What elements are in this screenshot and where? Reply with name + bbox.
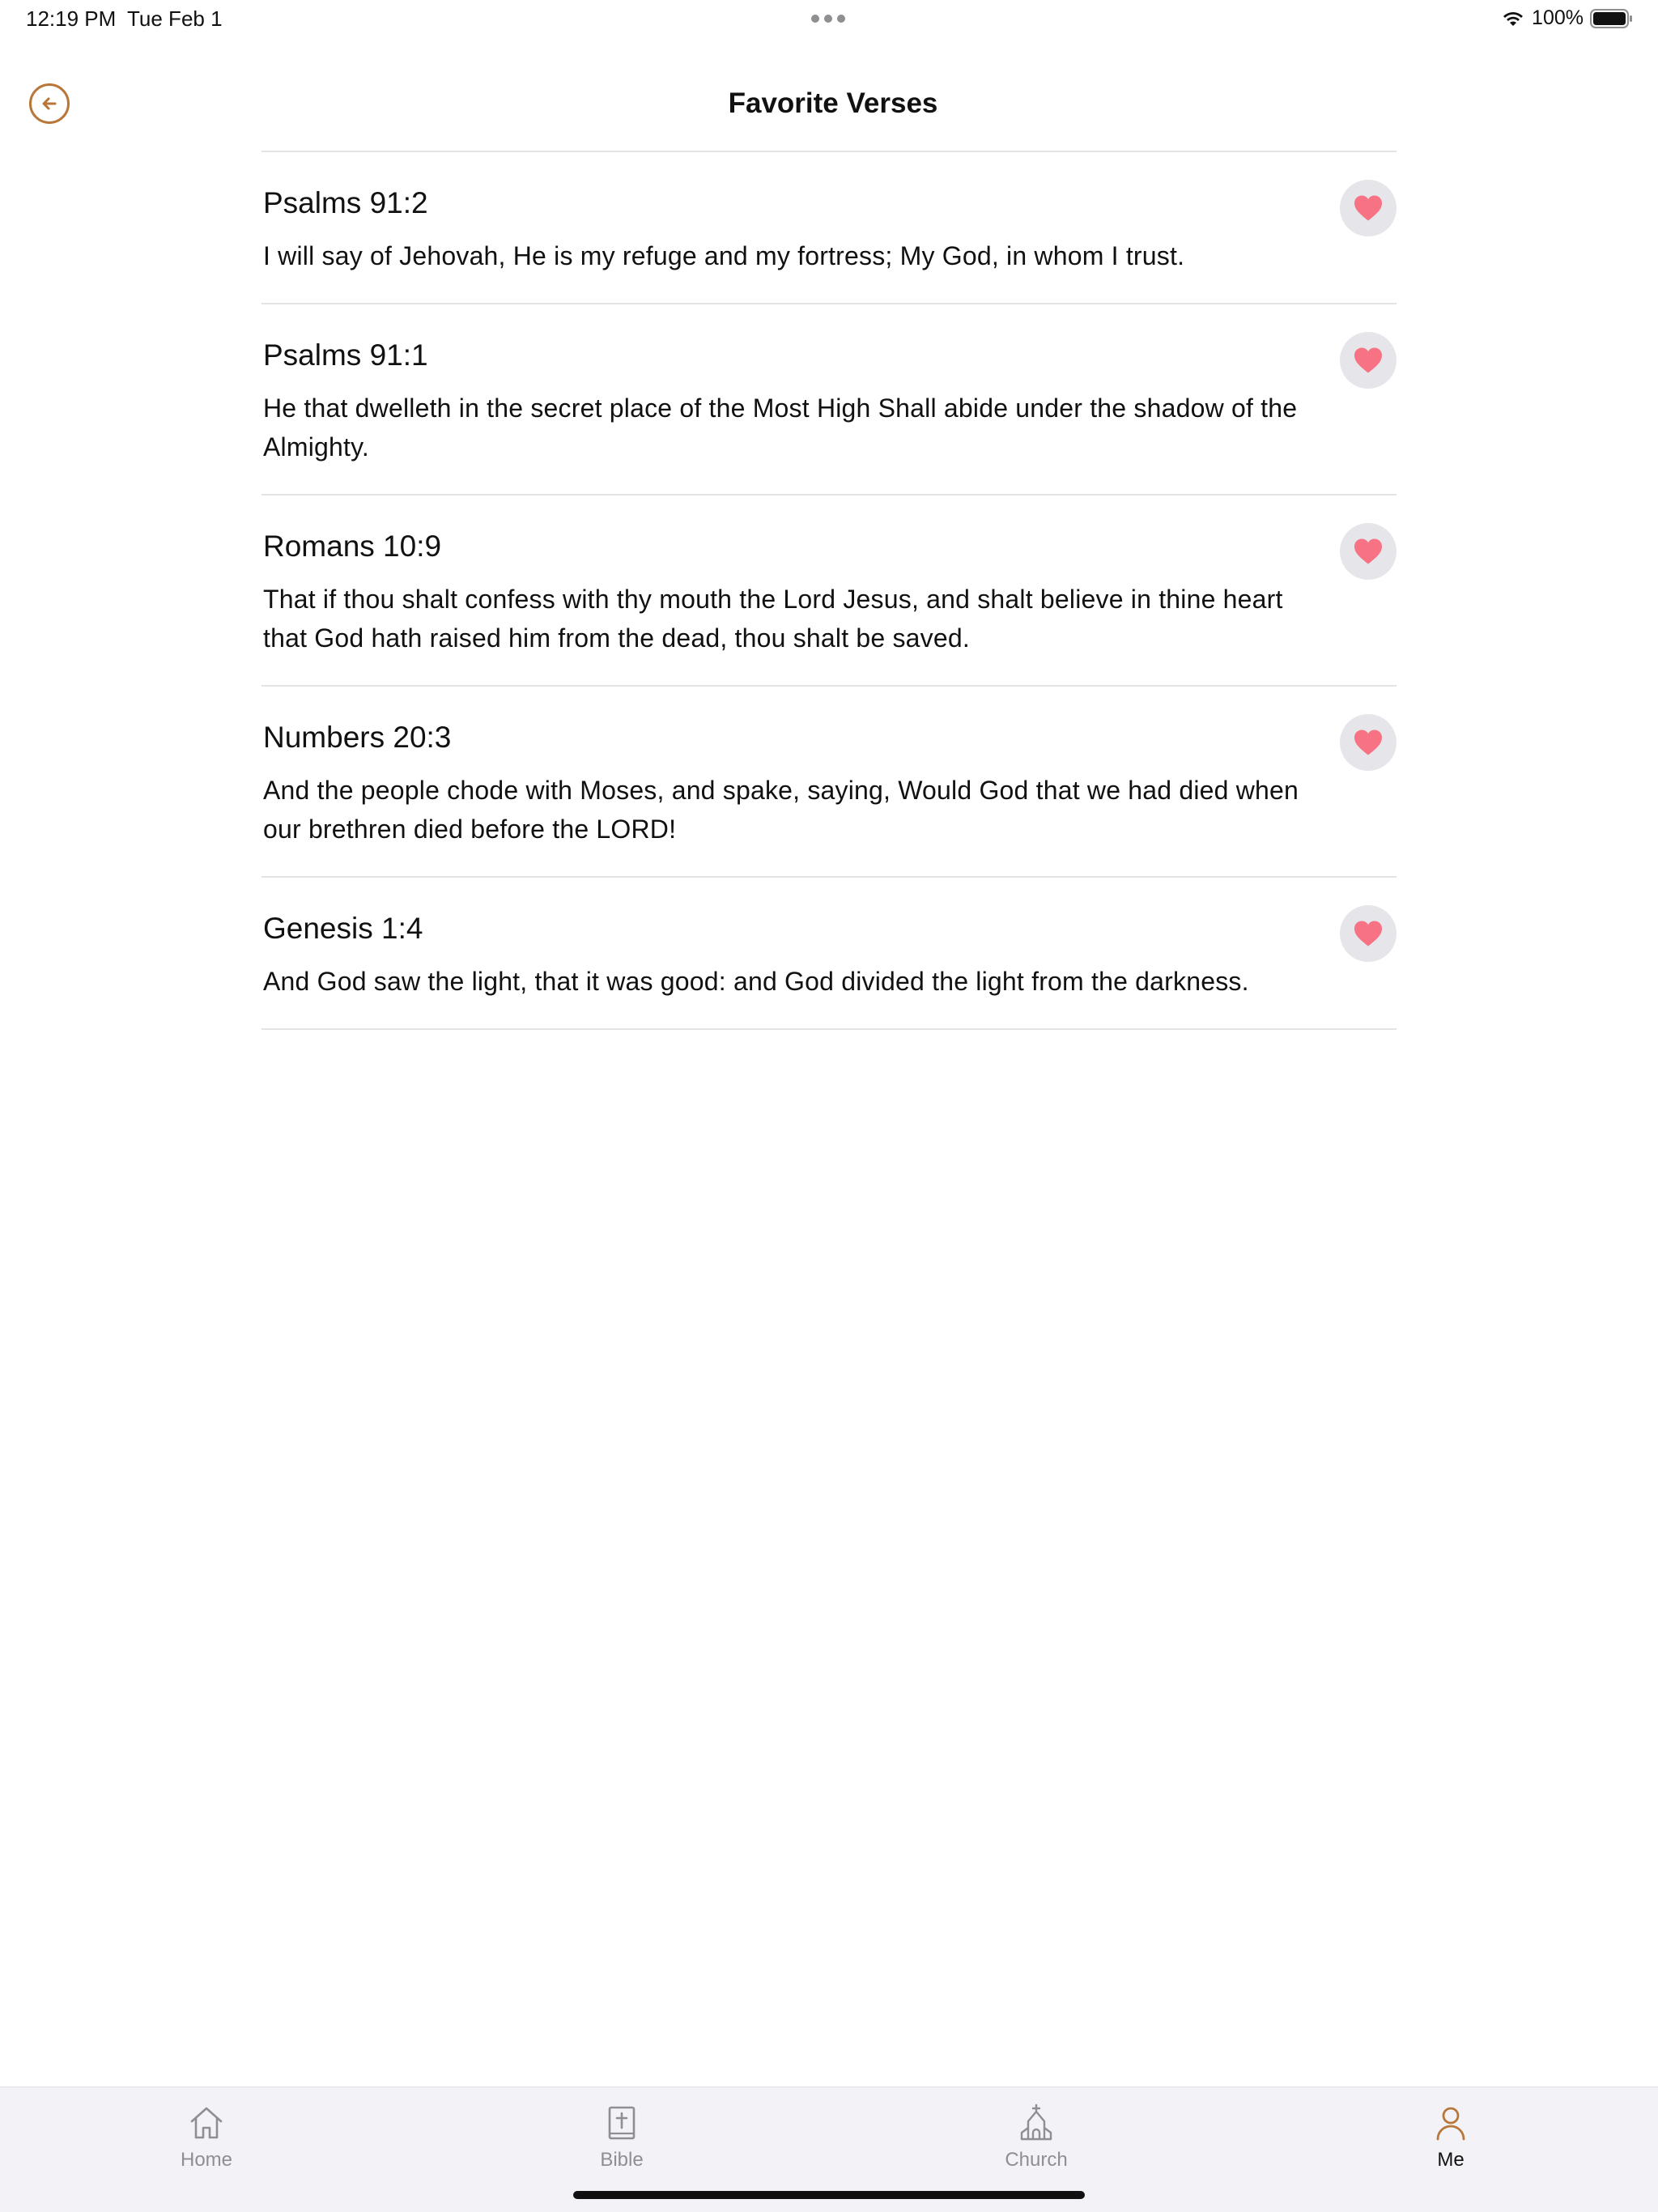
verse-item[interactable]: Numbers 20:3 And the people chode with M… <box>261 687 1397 878</box>
heart-icon <box>1354 195 1382 221</box>
wifi-icon <box>1503 11 1524 26</box>
favorite-button[interactable] <box>1340 180 1397 236</box>
battery-percentage: 100% <box>1532 6 1584 29</box>
verse-reference: Genesis 1:4 <box>263 912 423 945</box>
verse-item[interactable]: Genesis 1:4 And God saw the light, that … <box>261 878 1397 1030</box>
home-indicator[interactable] <box>573 2191 1085 2199</box>
tab-home[interactable]: Home <box>125 2087 287 2176</box>
favorite-button[interactable] <box>1340 332 1397 389</box>
favorite-button[interactable] <box>1340 905 1397 962</box>
favorite-button[interactable] <box>1340 523 1397 580</box>
verse-item[interactable]: Psalms 91:2 I will say of Jehovah, He is… <box>261 152 1397 304</box>
heart-icon <box>1354 921 1382 946</box>
verse-text: That if thou shalt confess with thy mout… <box>263 585 1283 653</box>
verse-text: And God saw the light, that it was good:… <box>263 967 1249 996</box>
verse-text: He that dwelleth in the secret place of … <box>263 393 1298 462</box>
favorite-button[interactable] <box>1340 714 1397 771</box>
multitasking-dots-icon[interactable] <box>811 15 845 23</box>
bible-icon <box>608 2106 636 2140</box>
tab-label: Bible <box>600 2149 644 2171</box>
favorite-verses-list: Psalms 91:2 I will say of Jehovah, He is… <box>261 152 1397 1030</box>
status-bar: 12:19 PM Tue Feb 1 100% <box>0 0 1658 39</box>
verse-item[interactable]: Psalms 91:1 He that dwelleth in the secr… <box>261 304 1397 496</box>
verse-reference: Psalms 91:2 <box>263 186 428 219</box>
person-icon <box>1436 2107 1465 2141</box>
status-date: Tue Feb 1 <box>127 6 223 31</box>
church-icon <box>1020 2104 1052 2141</box>
tab-church[interactable]: Church <box>955 2087 1117 2176</box>
tab-me[interactable]: Me <box>1370 2087 1532 2176</box>
battery-icon <box>1590 8 1632 28</box>
favorite-verses-screen: 12:19 PM Tue Feb 1 100% Favorite Verses <box>0 0 1658 2212</box>
verse-text: And the people chode with Moses, and spa… <box>263 776 1299 844</box>
heart-icon <box>1354 347 1382 373</box>
heart-icon <box>1354 538 1382 564</box>
status-indicators: 100% <box>1501 6 1634 30</box>
verse-item[interactable]: Romans 10:9 That if thou shalt confess w… <box>261 496 1397 687</box>
verse-reference: Psalms 91:1 <box>263 338 428 372</box>
tab-label: Church <box>1005 2149 1068 2171</box>
verse-reference: Numbers 20:3 <box>263 721 452 754</box>
status-time: 12:19 PM <box>26 6 117 31</box>
verse-text: I will say of Jehovah, He is my refuge a… <box>263 241 1185 270</box>
heart-icon <box>1354 730 1382 755</box>
verse-reference: Romans 10:9 <box>263 530 442 563</box>
tab-label: Home <box>180 2149 233 2171</box>
page-title: Favorite Verses <box>728 87 938 119</box>
tab-bible[interactable]: Bible <box>541 2087 703 2176</box>
tab-label: Me <box>1437 2149 1465 2171</box>
home-icon <box>190 2107 223 2139</box>
